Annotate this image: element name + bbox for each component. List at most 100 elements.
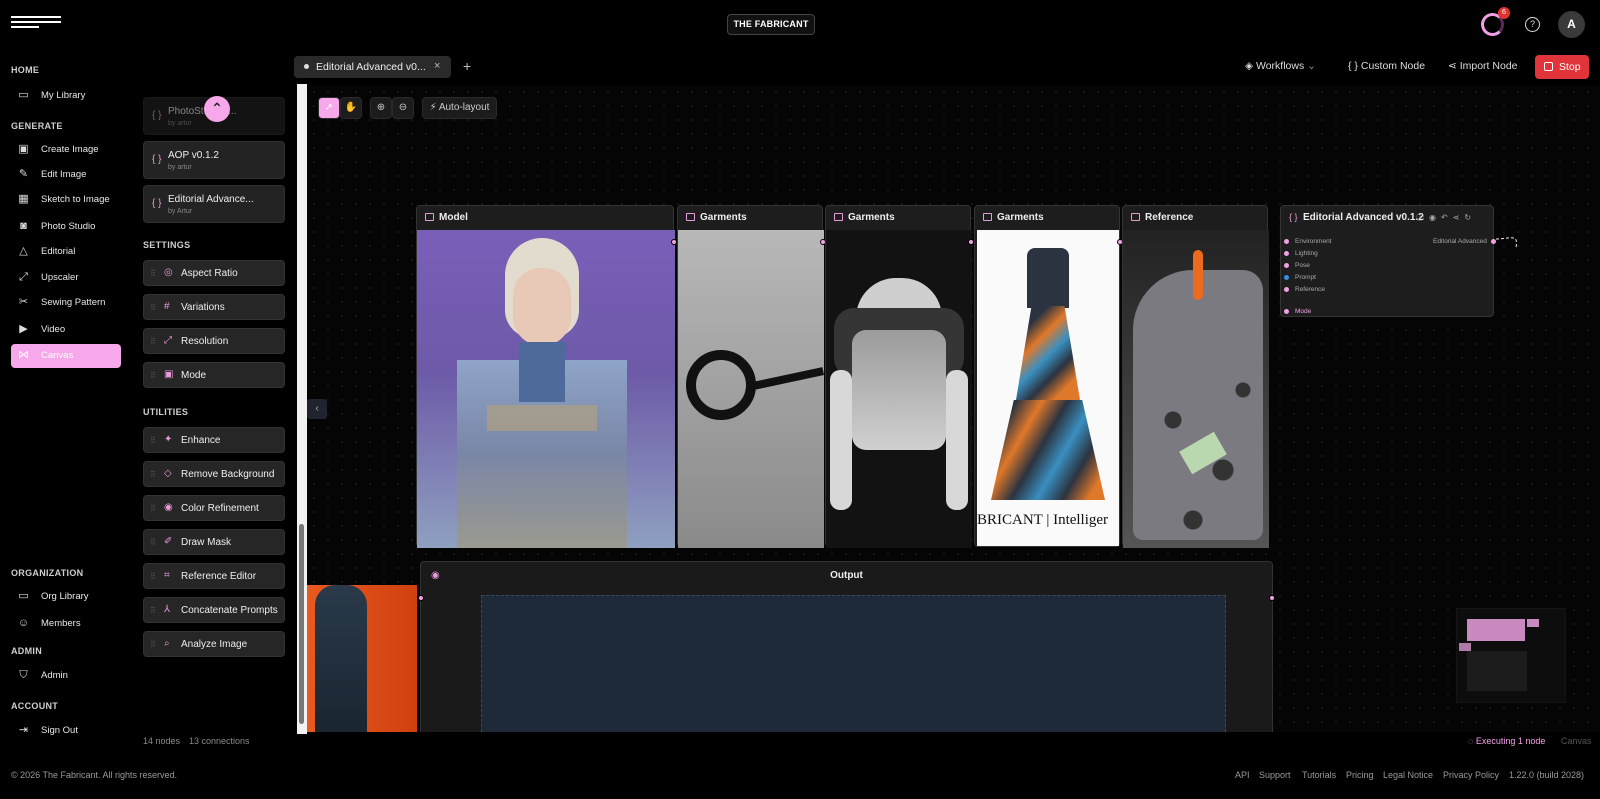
footer-link-api[interactable]: API <box>1235 770 1250 780</box>
palette-item-resolution[interactable]: ⠿ ⤢ Resolution <box>143 328 285 354</box>
nav-item-edit-image[interactable]: ✎ Edit Image <box>11 163 121 187</box>
footer-link-legal-notice[interactable]: Legal Notice <box>1383 770 1433 780</box>
chevron-down-icon: ⌄ <box>1304 60 1316 72</box>
top-bar: THE FABRICANT 6 ? A <box>0 0 1600 50</box>
sign-out-icon: ⇥ <box>18 724 29 736</box>
drag-handle-icon[interactable]: ⠿ <box>150 337 156 346</box>
pan-tool-button[interactable]: ✋ <box>340 97 362 119</box>
model-image <box>417 230 675 548</box>
hash-icon: # <box>164 301 170 312</box>
help-icon[interactable]: ? <box>1525 17 1540 32</box>
nav-item-video[interactable]: ▶ Video <box>11 318 121 342</box>
node-reference[interactable]: Reference <box>1122 205 1269 548</box>
node-garments-3[interactable]: Garments BRICANT | Intelliger <box>974 205 1123 547</box>
node-garments-2[interactable]: Garments <box>825 205 974 548</box>
nav-item-sketch-to-image[interactable]: ▦ Sketch to Image <box>11 188 121 212</box>
folder-icon: ▭ <box>18 590 29 602</box>
nav-section-account: ACCOUNT <box>11 701 59 711</box>
notification-badge: 6 <box>1498 7 1510 19</box>
image-icon <box>983 213 992 221</box>
drag-handle-icon[interactable]: ⠿ <box>150 436 156 445</box>
image-icon <box>425 213 434 221</box>
scroll-up-button[interactable]: ⌃ <box>204 96 230 122</box>
image-icon: ▣ <box>18 143 29 155</box>
braces-icon: { } <box>1289 212 1298 222</box>
nav-item-my-library[interactable]: ▭ My Library <box>11 84 121 108</box>
nav-item-sewing-pattern[interactable]: ✂ Sewing Pattern <box>11 291 121 315</box>
workflow-card-aop[interactable]: { } AOP v0.1.2 by artur <box>143 141 285 179</box>
footer-link-tutorials[interactable]: Tutorials <box>1302 770 1336 780</box>
drag-handle-icon[interactable]: ⠿ <box>150 371 156 380</box>
brush-icon: ✐ <box>164 536 173 547</box>
garments-image-glasses <box>678 230 824 548</box>
avatar[interactable]: A <box>1558 11 1585 38</box>
footer-link-support[interactable]: Support <box>1259 770 1291 780</box>
nav-item-members[interactable]: ☺ Members <box>11 612 121 636</box>
workflow-canvas[interactable]: ➚ ✋ ⊕ ⊖ ⚡ Auto-layout ‹ Model Garments G… <box>307 85 1600 732</box>
palette-item-enhance[interactable]: ⠿ ✦ Enhance <box>143 427 285 453</box>
nav-item-upscaler[interactable]: ⤢ Upscaler <box>11 266 121 290</box>
node-controls[interactable]: ⓘ◉↶⋖↻ <box>1416 212 1476 223</box>
node-output[interactable]: ◉ Output <box>418 561 1275 732</box>
drag-handle-icon[interactable]: ⠿ <box>150 504 156 513</box>
palette-item-remove-background[interactable]: ⠿ ◇ Remove Background <box>143 461 285 487</box>
drag-handle-icon[interactable]: ⠿ <box>150 572 156 581</box>
node-editorial-advanced[interactable]: { } Editorial Advanced v0.1.2 ⓘ◉↶⋖↻ Envi… <box>1280 205 1496 317</box>
palette-item-mode[interactable]: ⠿ ▣ Mode <box>143 362 285 388</box>
garments-image-jacket <box>826 230 972 548</box>
drag-handle-icon[interactable]: ⠿ <box>150 606 156 615</box>
zoom-in-button[interactable]: ⊕ <box>370 97 392 119</box>
tab-editorial-advanced[interactable]: Editorial Advanced v0... × <box>294 56 451 78</box>
palette-item-aspect-ratio[interactable]: ⠿ ◎ Aspect Ratio <box>143 260 285 286</box>
input-port[interactable] <box>418 595 424 601</box>
close-tab-icon[interactable]: × <box>434 60 440 72</box>
footer-link-pricing[interactable]: Pricing <box>1346 770 1374 780</box>
collapse-panel-button[interactable]: ‹ <box>307 399 327 419</box>
select-tool-button[interactable]: ➚ <box>318 97 340 119</box>
scrollbar-thumb[interactable] <box>299 524 304 724</box>
drag-handle-icon[interactable]: ⠿ <box>150 303 156 312</box>
custom-node-button[interactable]: { } Custom Node <box>1348 60 1425 72</box>
workflows-button[interactable]: ◈ Workflows ⌄ <box>1245 60 1316 72</box>
drag-handle-icon[interactable]: ⠿ <box>150 269 156 278</box>
image-icon <box>834 213 843 221</box>
node-model[interactable]: Model <box>416 205 677 548</box>
add-tab-button[interactable]: + <box>463 58 471 74</box>
palette-item-analyze-image[interactable]: ⠿ ⌕ Analyze Image <box>143 631 285 657</box>
palette-item-variations[interactable]: ⠿ # Variations <box>143 294 285 320</box>
auto-layout-button[interactable]: ⚡ Auto-layout <box>422 97 497 119</box>
logo[interactable] <box>11 16 61 32</box>
drag-handle-icon[interactable]: ⠿ <box>150 470 156 479</box>
workflow-card-editorial-advanced[interactable]: { } Editorial Advance... by Artur <box>143 185 285 223</box>
nav-item-sign-out[interactable]: ⇥ Sign Out <box>11 719 121 743</box>
cursor-icon: ➚ <box>324 102 334 113</box>
palette-scrollbar[interactable] <box>297 84 307 734</box>
drag-handle-icon[interactable]: ⠿ <box>150 538 156 547</box>
zoom-out-button[interactable]: ⊖ <box>392 97 414 119</box>
nav-item-org-library[interactable]: ▭ Org Library <box>11 585 121 609</box>
palette-item-reference-editor[interactable]: ⠿ ⌗ Reference Editor <box>143 563 285 589</box>
nav-section-admin: ADMIN <box>11 646 42 656</box>
nav-item-editorial[interactable]: △ Editorial <box>11 240 121 264</box>
palette-item-draw-mask[interactable]: ⠿ ✐ Draw Mask <box>143 529 285 555</box>
nav-item-photo-studio[interactable]: ◙ Photo Studio <box>11 215 121 239</box>
nav-item-admin[interactable]: ⛉ Admin <box>11 664 121 688</box>
node-garments-1[interactable]: Garments <box>677 205 826 548</box>
minimap[interactable] <box>1456 608 1566 703</box>
palette-item-concatenate-prompts[interactable]: ⠿ ⅄ Concatenate Prompts <box>143 597 285 623</box>
stop-button[interactable]: Stop <box>1535 55 1589 79</box>
executing-status: ◌ Executing 1 node <box>1468 736 1546 746</box>
expand-icon: ⤢ <box>164 335 172 346</box>
output-dropzone[interactable] <box>481 595 1226 732</box>
status-bar: 14 nodes 13 connections ◌ Executing 1 no… <box>131 733 1600 751</box>
palette-item-color-refinement[interactable]: ⠿ ◉ Color Refinement <box>143 495 285 521</box>
output-port[interactable] <box>1269 595 1275 601</box>
nav-item-create-image[interactable]: ▣ Create Image <box>11 138 121 162</box>
nav-item-canvas[interactable]: ⋈ Canvas <box>11 344 121 368</box>
import-node-button[interactable]: ⋖ Import Node <box>1448 60 1518 72</box>
footer-link-privacy-policy[interactable]: Privacy Policy <box>1443 770 1499 780</box>
merge-icon: ⅄ <box>164 604 171 615</box>
canvas-icon: ⋈ <box>18 349 29 361</box>
image-icon <box>686 213 695 221</box>
drag-handle-icon[interactable]: ⠿ <box>150 640 156 649</box>
